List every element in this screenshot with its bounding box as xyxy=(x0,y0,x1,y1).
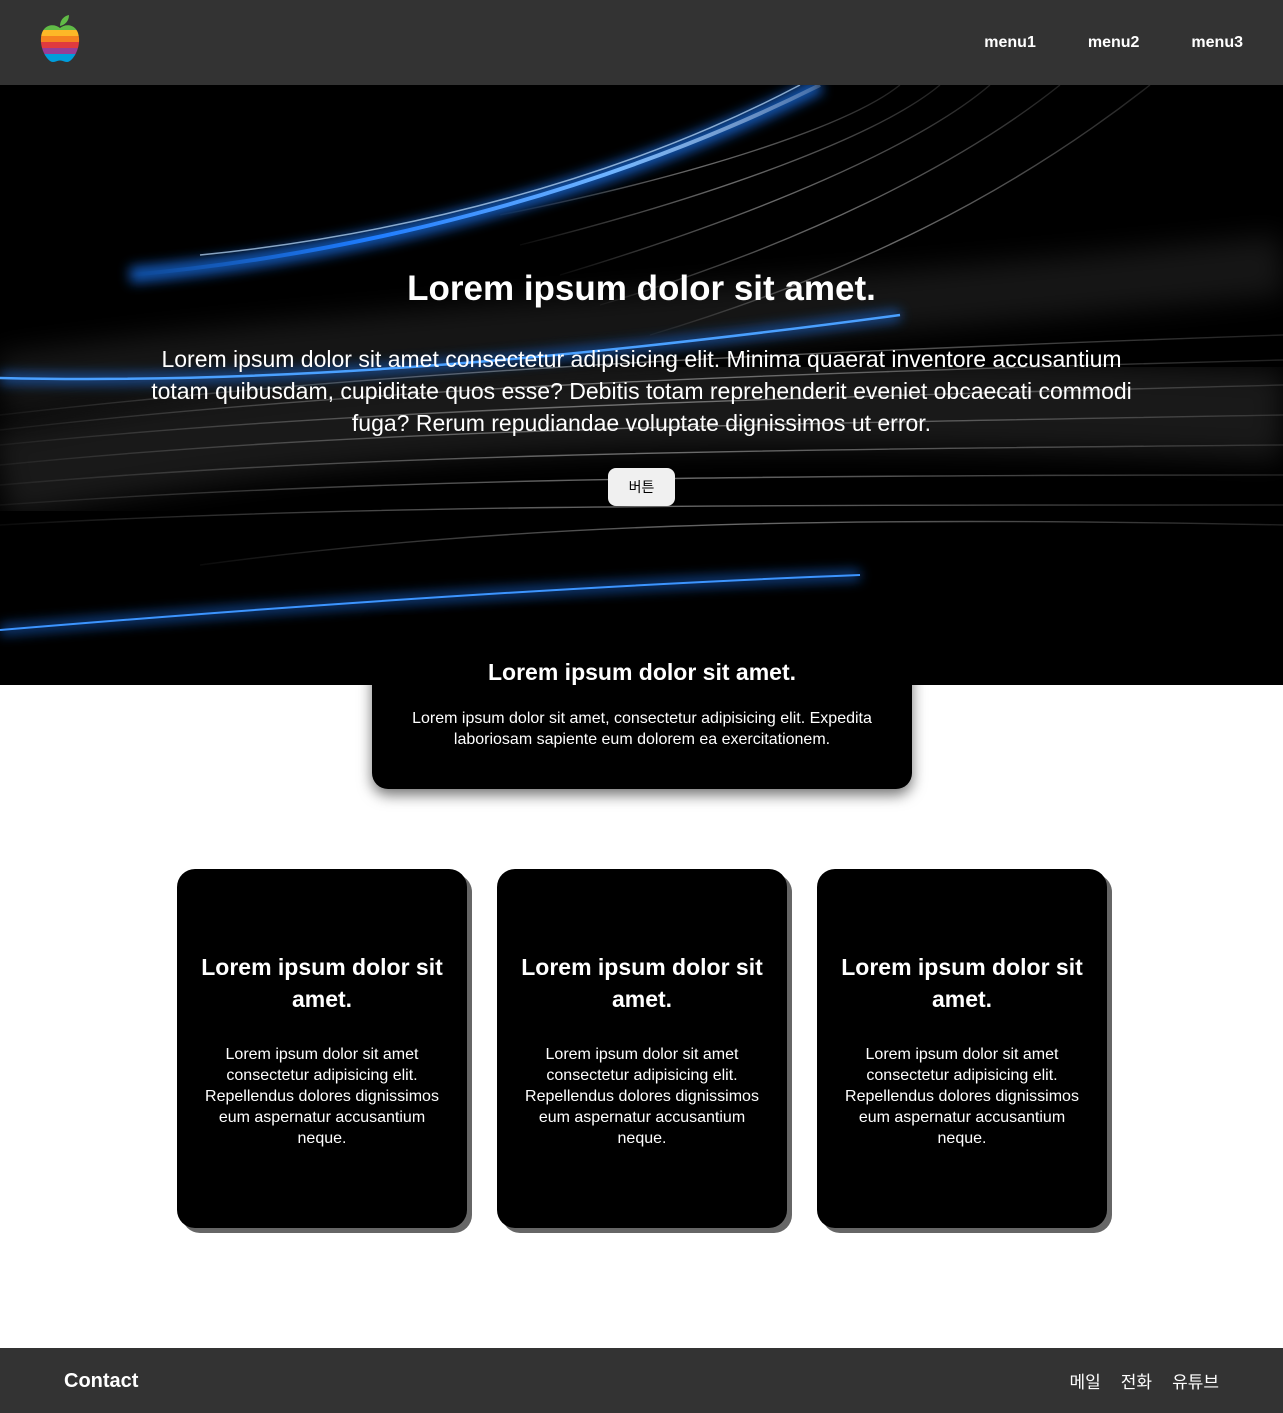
footer-links: 메일 전화 유튜브 xyxy=(1070,1368,1219,1393)
site-footer: Contact 메일 전화 유튜브 xyxy=(0,1348,1283,1413)
site-header: menu1 menu2 menu3 xyxy=(0,0,1283,85)
nav-menu1[interactable]: menu1 xyxy=(984,34,1036,52)
info-card: Lorem ipsum dolor sit amet. Lorem ipsum … xyxy=(497,869,787,1228)
apple-logo-icon[interactable] xyxy=(38,14,82,64)
hero-description: Lorem ipsum dolor sit amet consectetur a… xyxy=(151,346,1132,436)
nav-menu3[interactable]: menu3 xyxy=(1191,34,1243,52)
info-card: Lorem ipsum dolor sit amet. Lorem ipsum … xyxy=(177,869,467,1228)
footer-link-phone[interactable]: 전화 xyxy=(1121,1368,1152,1393)
card-title: Lorem ipsum dolor sit amet. xyxy=(521,954,763,1012)
hero-title: Lorem ipsum dolor sit amet. xyxy=(407,269,876,308)
nav-menu2[interactable]: menu2 xyxy=(1088,34,1140,52)
hero-button[interactable]: 버튼 xyxy=(608,468,675,506)
hero-content: Lorem ipsum dolor sit amet. Lorem ipsum … xyxy=(0,85,1283,685)
feature-card: Lorem ipsum dolor sit amet. Lorem ipsum … xyxy=(372,615,912,789)
info-card: Lorem ipsum dolor sit amet. Lorem ipsum … xyxy=(817,869,1107,1228)
footer-title: Contact xyxy=(64,1370,139,1392)
hero-section: Lorem ipsum dolor sit amet. Lorem ipsum … xyxy=(0,85,1283,685)
main-nav: menu1 menu2 menu3 xyxy=(984,0,1243,85)
card-text: Lorem ipsum dolor sit amet consectetur a… xyxy=(845,1046,1079,1147)
footer-link-youtube[interactable]: 유튜브 xyxy=(1172,1368,1219,1393)
footer-link-mail[interactable]: 메일 xyxy=(1070,1368,1101,1393)
feature-title: Lorem ipsum dolor sit amet. xyxy=(488,659,796,685)
card-title: Lorem ipsum dolor sit amet. xyxy=(201,954,443,1012)
card-text: Lorem ipsum dolor sit amet consectetur a… xyxy=(205,1046,439,1147)
card-text: Lorem ipsum dolor sit amet consectetur a… xyxy=(525,1046,759,1147)
feature-text: Lorem ipsum dolor sit amet, consectetur … xyxy=(412,710,872,748)
cards-section: Lorem ipsum dolor sit amet. Lorem ipsum … xyxy=(177,869,1112,1234)
card-title: Lorem ipsum dolor sit amet. xyxy=(841,954,1083,1012)
